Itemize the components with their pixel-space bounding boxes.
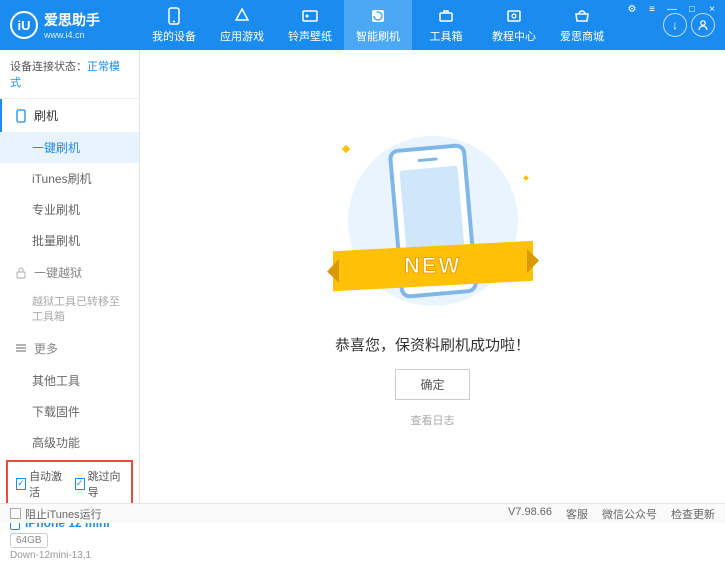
footer: 阻止iTunes运行 V7.98.66 客服 微信公众号 检查更新	[0, 503, 725, 523]
phone-icon	[165, 7, 183, 25]
options-highlight: ✓ 自动激活 ✓ 跳过向导	[6, 460, 133, 508]
jailbreak-note: 越狱工具已转移至工具箱	[0, 289, 139, 332]
refresh-icon	[369, 7, 387, 25]
brand-url: www.i4.cn	[44, 30, 100, 40]
settings-icon[interactable]: ⚙	[623, 2, 641, 16]
close-icon[interactable]: ×	[703, 2, 721, 16]
nav-tab-apps[interactable]: 应用游戏	[208, 0, 276, 50]
user-button[interactable]	[691, 13, 715, 37]
nav-tab-device[interactable]: 我的设备	[140, 0, 208, 50]
download-button[interactable]: ↓	[663, 13, 687, 37]
logo-icon: iU	[10, 11, 38, 39]
view-log-link[interactable]: 查看日志	[411, 412, 455, 428]
toolbox-icon	[437, 7, 455, 25]
flash-icon	[14, 109, 28, 123]
nav-tabs: 我的设备 应用游戏 铃声壁纸 智能刷机 工具箱 教程中心 爱思商城	[140, 0, 663, 50]
brand-name: 爱思助手	[44, 10, 100, 30]
minimize-icon[interactable]: —	[663, 2, 681, 16]
sidebar-section-jailbreak: 一键越狱	[0, 256, 139, 289]
apps-icon	[233, 7, 251, 25]
footer-wechat[interactable]: 微信公众号	[602, 506, 657, 522]
sidebar-item-oneclick-flash[interactable]: 一键刷机	[0, 132, 139, 163]
success-illustration: NEW	[343, 126, 523, 316]
sidebar: 设备连接状态：正常模式 刷机 一键刷机 iTunes刷机 专业刷机 批量刷机 一…	[0, 50, 140, 503]
version-label: V7.98.66	[508, 506, 552, 522]
nav-tab-tutorial[interactable]: 教程中心	[480, 0, 548, 50]
footer-update[interactable]: 检查更新	[671, 506, 715, 522]
footer-service[interactable]: 客服	[566, 506, 588, 522]
checkmark-icon: ✓	[75, 478, 85, 490]
maximize-icon[interactable]: □	[683, 2, 701, 16]
sidebar-item-advanced[interactable]: 高级功能	[0, 427, 139, 458]
nav-tab-media[interactable]: 铃声壁纸	[276, 0, 344, 50]
book-icon	[505, 7, 523, 25]
media-icon	[301, 7, 319, 25]
sidebar-item-pro-flash[interactable]: 专业刷机	[0, 194, 139, 225]
checkmark-icon: ✓	[16, 478, 26, 490]
sidebar-item-download-firmware[interactable]: 下载固件	[0, 396, 139, 427]
nav-tab-toolbox[interactable]: 工具箱	[412, 0, 480, 50]
logo: iU 爱思助手 www.i4.cn	[10, 10, 140, 40]
device-storage: 64GB	[10, 533, 48, 548]
more-icon	[14, 341, 28, 355]
nav-tab-store[interactable]: 爱思商城	[548, 0, 616, 50]
sidebar-section-more[interactable]: 更多	[0, 332, 139, 365]
confirm-button[interactable]: 确定	[395, 369, 469, 400]
sidebar-item-batch-flash[interactable]: 批量刷机	[0, 225, 139, 256]
checkbox-icon	[10, 508, 21, 519]
nav-tab-flash[interactable]: 智能刷机	[344, 0, 412, 50]
menu-icon[interactable]: ≡	[643, 2, 661, 16]
sidebar-item-itunes-flash[interactable]: iTunes刷机	[0, 163, 139, 194]
topbar: iU 爱思助手 www.i4.cn 我的设备 应用游戏 铃声壁纸 智能刷机 工具…	[0, 0, 725, 50]
checkbox-auto-activate[interactable]: ✓ 自动激活	[16, 468, 65, 500]
device-model: Down-12mini-13,1	[10, 550, 129, 561]
content-area: NEW 恭喜您，保资料刷机成功啦！ 确定 查看日志	[140, 50, 725, 503]
store-icon	[573, 7, 591, 25]
sidebar-item-other-tools[interactable]: 其他工具	[0, 365, 139, 396]
sidebar-section-flash[interactable]: 刷机	[0, 99, 139, 132]
checkbox-block-itunes[interactable]: 阻止iTunes运行	[10, 506, 102, 522]
success-message: 恭喜您，保资料刷机成功啦！	[335, 334, 530, 355]
lock-icon	[14, 266, 28, 280]
connection-status: 设备连接状态：正常模式	[0, 50, 139, 99]
checkbox-skip-guide[interactable]: ✓ 跳过向导	[75, 468, 124, 500]
